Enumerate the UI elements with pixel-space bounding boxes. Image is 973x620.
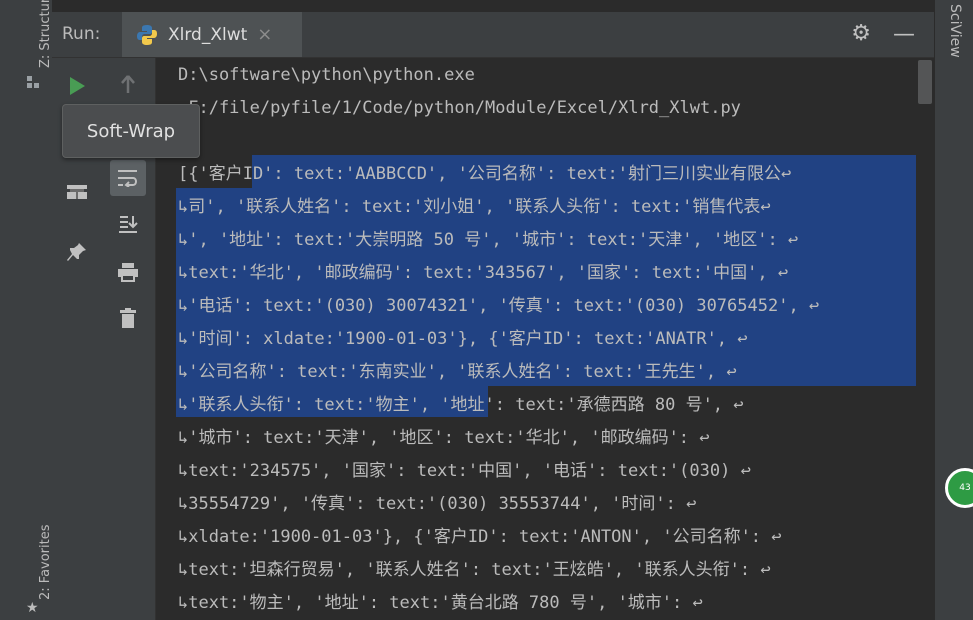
scroll-up-button[interactable] (110, 66, 146, 102)
console-line: ↳35554729', '传真': text:'(030) 35553744',… (178, 494, 697, 514)
console-line: ↳text:'坦森行贸易', '联系人姓名': text:'王炫皓', '联系人… (178, 560, 771, 580)
trash-icon (120, 308, 136, 328)
arrow-up-icon (121, 75, 135, 93)
scroll-to-end-button[interactable] (110, 206, 146, 242)
console-line: ↳'公司名称': text:'东南实业', '联系人姓名': text:'王先生… (178, 362, 737, 382)
console-line: ↳'联系人头衔': text:'物主', '地址': text:'承德西路 80… (178, 395, 744, 415)
tooltip: Soft-Wrap (62, 104, 200, 158)
console-line: ↳'城市': text:'天津', '地区': text:'华北', '邮政编码… (178, 428, 710, 448)
left-edge-strip (0, 0, 14, 620)
console-scrollbar[interactable] (916, 58, 934, 620)
print-button[interactable] (110, 254, 146, 290)
console-line: ↳text:'华北', '邮政编码': text:'343567', '国家':… (178, 263, 789, 283)
console-line: ↳xldate:'1900-01-03'}, {'客户ID': text:'AN… (178, 527, 782, 547)
print-icon (118, 263, 138, 282)
left-tool-strip: Z: Structure 2: Favorites ★ (14, 0, 53, 620)
right-tool-strip: SciView (934, 0, 973, 620)
scroll-to-end-icon (119, 216, 138, 233)
structure-icon (26, 74, 40, 88)
favorites-tab[interactable]: 2: Favorites (38, 524, 53, 600)
run-tab[interactable]: Xlrd_Xlwt × (122, 12, 302, 57)
run-tab-label: Xlrd_Xlwt (168, 24, 248, 45)
console-line: [{'客户ID': text:'AABBCCD', '公司名称': text:'… (178, 164, 792, 184)
play-icon (70, 77, 85, 95)
close-icon[interactable]: × (257, 24, 272, 45)
console-line: ↳司', '联系人姓名': text:'刘小姐', '联系人头衔': text:… (178, 197, 771, 217)
run-label: Run: (62, 24, 101, 44)
python-icon (136, 24, 158, 46)
console-output[interactable]: D:\software\python\python.exe F:/file/py… (156, 58, 934, 620)
console-line: ↳'电话': text:'(030) 30074321', '传真': text… (178, 296, 820, 316)
editor-top-edge (52, 0, 935, 12)
soft-wrap-icon (118, 170, 137, 187)
soft-wrap-button[interactable] (110, 160, 146, 196)
gear-icon[interactable]: ⚙ (851, 21, 871, 46)
console-line: ↳'时间': xldate:'1900-01-03'}, {'客户ID': te… (178, 329, 748, 349)
console-line: ↳', '地址': text:'大崇明路 50 号', '城市': text:'… (178, 230, 799, 250)
scrollbar-thumb[interactable] (918, 60, 932, 104)
minimize-icon[interactable]: — (893, 22, 915, 47)
layout-button[interactable] (59, 174, 95, 210)
console-line: ↳text:'234575', '国家': text:'中国', '电话': t… (178, 461, 751, 481)
clear-button[interactable] (110, 300, 146, 336)
run-toolwindow-header: Run: Xlrd_Xlwt × ⚙ — (52, 12, 935, 58)
console-line: ↳text:'物主', '地址': text:'黄台北路 780 号', '城市… (178, 593, 703, 613)
layout-icon (67, 185, 87, 199)
rerun-button[interactable] (59, 68, 95, 104)
star-icon: ★ (26, 600, 39, 616)
pin-icon (67, 243, 86, 261)
sciview-tab[interactable]: SciView (945, 4, 963, 58)
console-line: F:/file/pyfile/1/Code/python/Module/Exce… (178, 98, 741, 118)
console-line: D:\software\python\python.exe (178, 65, 475, 85)
structure-tab[interactable]: Z: Structure (38, 0, 53, 68)
pin-button[interactable] (59, 234, 95, 270)
